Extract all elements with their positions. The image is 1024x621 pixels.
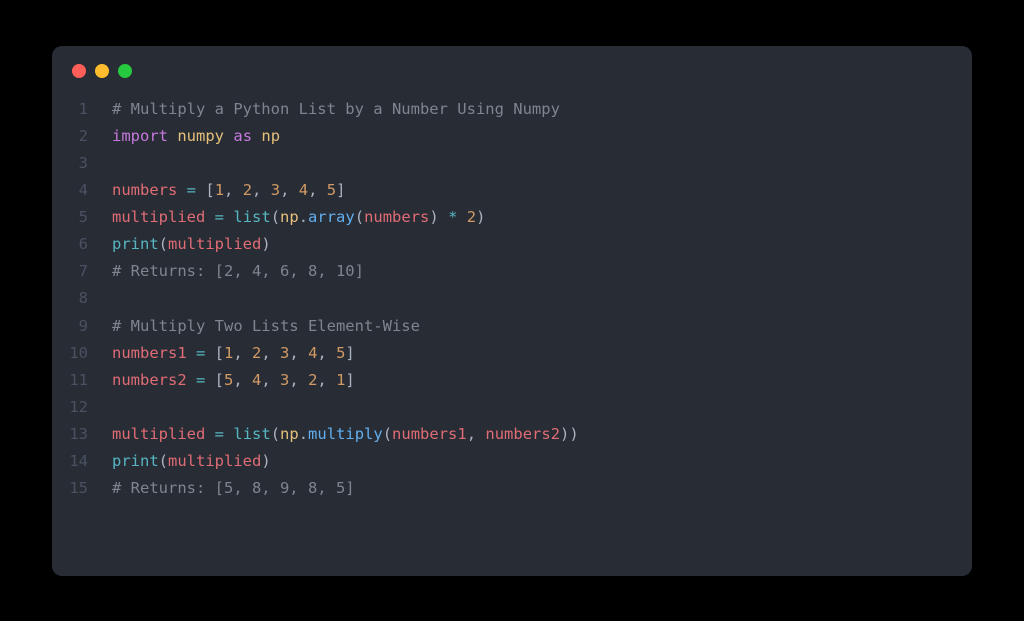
line-number: 14 (52, 448, 112, 475)
code-line: 5multiplied = list(np.array(numbers) * 2… (52, 204, 972, 231)
code-line: 15# Returns: [5, 8, 9, 8, 5] (52, 475, 972, 502)
code-content: # Returns: [5, 8, 9, 8, 5] (112, 475, 355, 502)
line-number: 9 (52, 313, 112, 340)
code-line: 12 (52, 394, 972, 421)
code-content: # Returns: [2, 4, 6, 8, 10] (112, 258, 364, 285)
code-content: print(multiplied) (112, 231, 271, 258)
line-number: 15 (52, 475, 112, 502)
code-content: print(multiplied) (112, 448, 271, 475)
code-window: 1# Multiply a Python List by a Number Us… (52, 46, 972, 576)
line-number: 12 (52, 394, 112, 421)
code-line: 7# Returns: [2, 4, 6, 8, 10] (52, 258, 972, 285)
line-number: 4 (52, 177, 112, 204)
code-content: multiplied = list(np.multiply(numbers1, … (112, 421, 579, 448)
code-line: 1# Multiply a Python List by a Number Us… (52, 96, 972, 123)
line-number: 6 (52, 231, 112, 258)
code-line: 8 (52, 285, 972, 312)
code-line: 14print(multiplied) (52, 448, 972, 475)
code-line: 11numbers2 = [5, 4, 3, 2, 1] (52, 367, 972, 394)
line-number: 13 (52, 421, 112, 448)
code-content: multiplied = list(np.array(numbers) * 2) (112, 204, 485, 231)
code-line: 2import numpy as np (52, 123, 972, 150)
line-number: 1 (52, 96, 112, 123)
code-content (112, 394, 121, 421)
code-editor[interactable]: 1# Multiply a Python List by a Number Us… (52, 88, 972, 523)
code-line: 6print(multiplied) (52, 231, 972, 258)
code-content: # Multiply Two Lists Element-Wise (112, 313, 420, 340)
code-content: # Multiply a Python List by a Number Usi… (112, 96, 560, 123)
minimize-icon[interactable] (95, 64, 109, 78)
code-content: import numpy as np (112, 123, 280, 150)
line-number: 10 (52, 340, 112, 367)
code-content (112, 285, 121, 312)
code-content: numbers1 = [1, 2, 3, 4, 5] (112, 340, 355, 367)
maximize-icon[interactable] (118, 64, 132, 78)
line-number: 7 (52, 258, 112, 285)
code-line: 13multiplied = list(np.multiply(numbers1… (52, 421, 972, 448)
code-content: numbers2 = [5, 4, 3, 2, 1] (112, 367, 355, 394)
line-number: 8 (52, 285, 112, 312)
line-number: 5 (52, 204, 112, 231)
close-icon[interactable] (72, 64, 86, 78)
code-line: 9# Multiply Two Lists Element-Wise (52, 313, 972, 340)
code-content (112, 150, 121, 177)
code-line: 3 (52, 150, 972, 177)
code-line: 4numbers = [1, 2, 3, 4, 5] (52, 177, 972, 204)
line-number: 2 (52, 123, 112, 150)
line-number: 3 (52, 150, 112, 177)
line-number: 11 (52, 367, 112, 394)
code-content: numbers = [1, 2, 3, 4, 5] (112, 177, 345, 204)
code-line: 10numbers1 = [1, 2, 3, 4, 5] (52, 340, 972, 367)
titlebar (52, 46, 972, 88)
